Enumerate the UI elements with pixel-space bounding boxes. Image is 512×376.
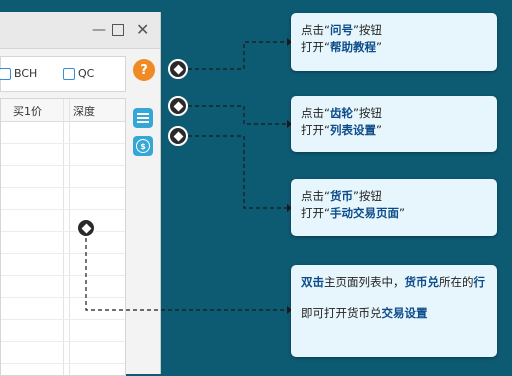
diamond-icon xyxy=(81,223,91,233)
marker-row xyxy=(76,218,96,238)
callout-coin: 点击“货币”按钮 打开“手动交易页面” xyxy=(291,179,497,236)
text-bold: 货币 xyxy=(329,189,353,203)
text: 打开“ xyxy=(301,123,330,137)
text: ”按钮 xyxy=(352,106,382,120)
callout-coin-line2: 打开“手动交易页面” xyxy=(301,205,487,222)
callout-gear: 点击“齿轮”按钮 打开“列表设置” xyxy=(291,96,497,152)
text-bold: 行 xyxy=(473,275,486,289)
callout-row: 双击主页面列表中，货币兑所在的行 即可打开货币兑交易设置 xyxy=(291,265,497,357)
callout-help-line1: 点击“问号”按钮 xyxy=(301,22,487,39)
marker-coin xyxy=(168,126,188,146)
text: ” xyxy=(375,40,382,54)
connector-gear xyxy=(188,105,287,125)
marker-help xyxy=(168,59,188,79)
text: 点击“ xyxy=(301,23,330,37)
text-bold: 货币兑 xyxy=(404,275,440,289)
text: 点击“ xyxy=(301,189,330,203)
marker-gear xyxy=(168,96,188,116)
text-bold: 问号 xyxy=(329,23,353,37)
text-bold: 双击 xyxy=(301,275,324,289)
diamond-icon xyxy=(173,64,183,74)
callout-row-para2: 即可打开货币兑交易设置 xyxy=(301,305,487,322)
text: ” xyxy=(398,206,405,220)
connector-row xyxy=(85,238,287,311)
text-bold: 列表设置 xyxy=(329,123,376,137)
diamond-icon xyxy=(173,131,183,141)
text: 打开“ xyxy=(301,206,330,220)
text: ”按钮 xyxy=(352,189,382,203)
callout-coin-line1: 点击“货币”按钮 xyxy=(301,188,487,205)
callout-help-line2: 打开“帮助教程” xyxy=(301,39,487,56)
callout-gear-line1: 点击“齿轮”按钮 xyxy=(301,105,487,122)
text: 主页面列表中， xyxy=(324,275,405,289)
text: 所在的 xyxy=(439,275,474,289)
text: 打开“ xyxy=(301,40,330,54)
diamond-icon xyxy=(173,101,183,111)
text-bold: 齿轮 xyxy=(329,106,353,120)
text-bold: 手动交易页面 xyxy=(329,206,399,220)
callout-row-para1: 双击主页面列表中，货币兑所在的行 xyxy=(301,274,487,291)
callout-help: 点击“问号”按钮 打开“帮助教程” xyxy=(291,13,497,71)
text: 即可打开货币兑 xyxy=(301,306,382,320)
text-bold: 帮助教程 xyxy=(329,40,376,54)
text: ” xyxy=(375,123,382,137)
text: 点击“ xyxy=(301,106,330,120)
connector-help xyxy=(188,41,287,70)
connector-coin xyxy=(188,135,287,209)
text: ”按钮 xyxy=(352,23,382,37)
callout-gear-line2: 打开“列表设置” xyxy=(301,122,487,139)
text-bold: 交易设置 xyxy=(381,306,428,320)
